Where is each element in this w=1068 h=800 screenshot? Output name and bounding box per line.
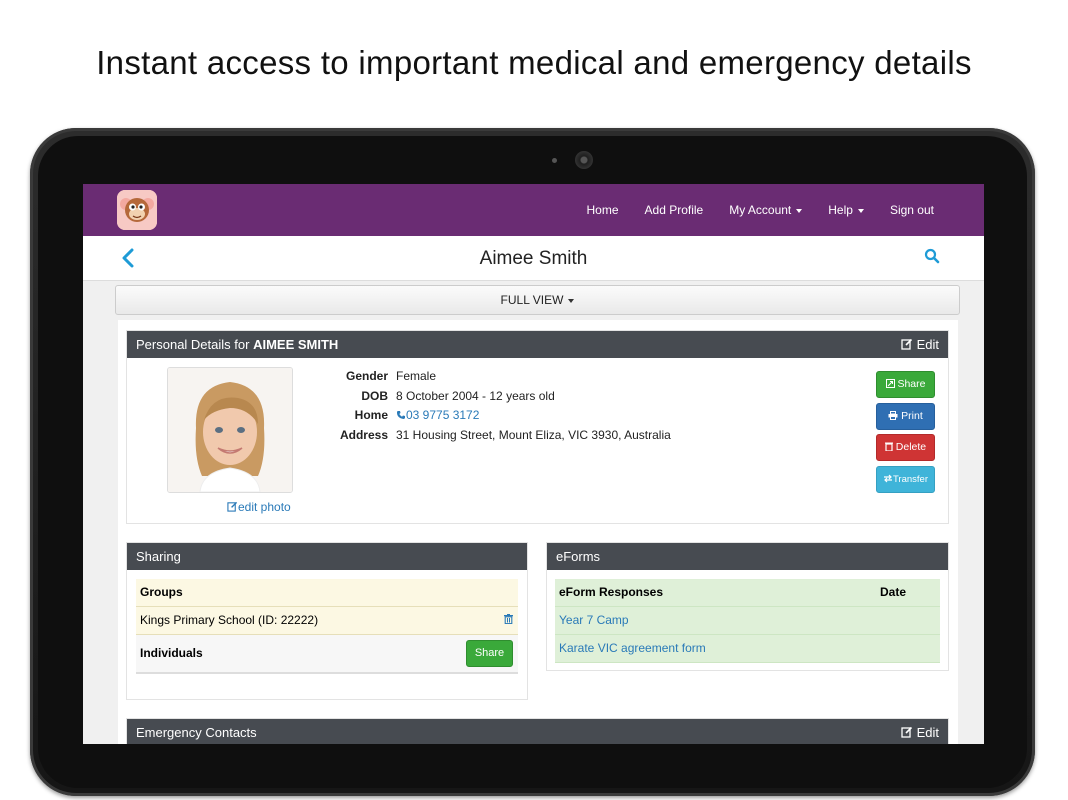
eforms-heading: eForms	[556, 549, 601, 564]
groups-header: Groups	[136, 579, 518, 607]
remove-group-button[interactable]	[504, 607, 513, 634]
eform-row-link[interactable]: Karate VIC agreement form	[555, 635, 940, 663]
delete-label: Delete	[895, 441, 927, 453]
detail-label: Home	[354, 408, 388, 422]
nav-add-profile[interactable]: Add Profile	[645, 203, 704, 217]
home-phone-link[interactable]: 03 9775 3172	[396, 408, 479, 428]
nav-help-label: Help	[828, 203, 853, 217]
eform-row-link[interactable]: Year 7 Camp	[555, 607, 940, 635]
nav-my-account[interactable]: My Account	[729, 203, 803, 217]
phone-icon	[397, 411, 405, 419]
share-button[interactable]: Share	[876, 371, 935, 398]
edit-emergency-button[interactable]: Edit	[901, 719, 939, 744]
edit-photo-link[interactable]: edit photo	[227, 500, 291, 514]
edit-personal-label: Edit	[916, 337, 939, 352]
trash-icon	[504, 614, 513, 625]
detail-row-home: Home 03 9775 3172	[302, 408, 671, 428]
home-phone-value: 03 9775 3172	[406, 408, 480, 422]
profile-content: Personal Details for AIMEE SMITH Edit ed…	[118, 320, 958, 744]
promo-headline: Instant access to important medical and …	[96, 44, 972, 81]
share-individual-button[interactable]: Share	[466, 640, 513, 667]
detail-value: Female	[396, 369, 437, 383]
personal-details-header: Personal Details for AIMEE SMITH Edit	[127, 331, 948, 358]
emergency-heading: Emergency Contacts	[136, 725, 257, 740]
transfer-icon	[883, 474, 892, 483]
detail-value: 8 October 2004 - 12 years old	[396, 388, 555, 403]
individuals-row: Individuals Share	[136, 635, 518, 674]
print-label: Print	[901, 410, 923, 422]
caret-down-icon	[796, 208, 803, 213]
light-sensor	[552, 158, 557, 163]
caret-down-icon	[857, 208, 864, 213]
nav-help[interactable]: Help	[828, 203, 864, 217]
detail-row-gender: Gender Female	[302, 369, 671, 389]
top-navbar: Home Add Profile My Account Help Sign ou…	[83, 184, 984, 236]
transfer-button[interactable]: Transfer	[876, 466, 935, 493]
detail-row-address: Address 31 Housing Street, Mount Eliza, …	[302, 428, 671, 448]
trash-icon	[884, 442, 893, 452]
search-icon	[924, 248, 940, 264]
print-icon	[888, 411, 898, 420]
group-name: Kings Primary School (ID: 22222)	[140, 613, 319, 627]
edit-icon	[227, 501, 238, 512]
personal-heading-prefix: Personal Details for	[136, 337, 254, 352]
sharing-body: Groups Kings Primary School (ID: 22222) …	[127, 570, 527, 674]
edit-icon	[901, 338, 913, 350]
eforms-col-date: Date	[880, 585, 907, 599]
eforms-header: eForms	[547, 543, 948, 570]
sharing-header: Sharing	[127, 543, 527, 570]
profile-photo	[167, 367, 293, 493]
personal-heading-name: AIMEE SMITH	[253, 337, 339, 352]
emergency-contacts-header: Emergency Contacts Edit	[127, 719, 948, 744]
group-row: Kings Primary School (ID: 22222)	[136, 607, 518, 635]
personal-details-panel: Personal Details for AIMEE SMITH Edit ed…	[126, 330, 949, 524]
nav-my-account-label: My Account	[729, 203, 792, 217]
app-screen: Home Add Profile My Account Help Sign ou…	[83, 184, 984, 744]
edit-personal-button[interactable]: Edit	[901, 331, 939, 358]
nav-sign-out[interactable]: Sign out	[890, 203, 934, 217]
edit-emergency-label: Edit	[916, 725, 939, 740]
detail-label: Gender	[345, 369, 388, 383]
title-bar: Aimee Smith	[83, 236, 984, 281]
caret-down-icon	[568, 298, 575, 303]
detail-value: 31 Housing Street, Mount Eliza, VIC 3930…	[396, 427, 671, 442]
detail-label: DOB	[361, 388, 388, 403]
camera-icon	[575, 151, 593, 169]
edit-icon	[901, 726, 913, 738]
print-button[interactable]: Print	[876, 403, 935, 430]
page-title: Aimee Smith	[479, 248, 588, 269]
detail-row-dob: DOB 8 October 2004 - 12 years old	[302, 389, 671, 409]
eforms-table-header: eForm Responses Date	[555, 579, 940, 607]
search-button[interactable]	[924, 248, 940, 269]
edit-photo-label: edit photo	[238, 500, 291, 514]
eforms-col-responses: eForm Responses	[559, 585, 664, 599]
sharing-heading: Sharing	[136, 549, 181, 564]
view-dropdown[interactable]: FULL VIEW	[115, 285, 960, 315]
nav-home[interactable]: Home	[587, 203, 619, 217]
eforms-panel: eForms eForm Responses Date Year 7 Camp …	[546, 542, 949, 671]
delete-button[interactable]: Delete	[876, 434, 935, 461]
detail-label: Address	[339, 427, 388, 442]
emergency-contacts-panel: Emergency Contacts Edit	[126, 718, 949, 744]
app-logo[interactable]	[117, 190, 157, 230]
share-icon	[885, 379, 895, 388]
view-dropdown-label: FULL VIEW	[500, 293, 564, 307]
sharing-panel: Sharing Groups Kings Primary School (ID:…	[126, 542, 528, 700]
nav-menu: Home Add Profile My Account Help Sign ou…	[561, 184, 934, 236]
individuals-label: Individuals	[140, 646, 203, 660]
transfer-label: Transfer	[892, 474, 929, 485]
personal-details-list: Gender Female DOB 8 October 2004 - 12 ye…	[302, 369, 671, 447]
eforms-body: eForm Responses Date Year 7 Camp Karate …	[547, 570, 948, 663]
share-label: Share	[897, 378, 926, 390]
